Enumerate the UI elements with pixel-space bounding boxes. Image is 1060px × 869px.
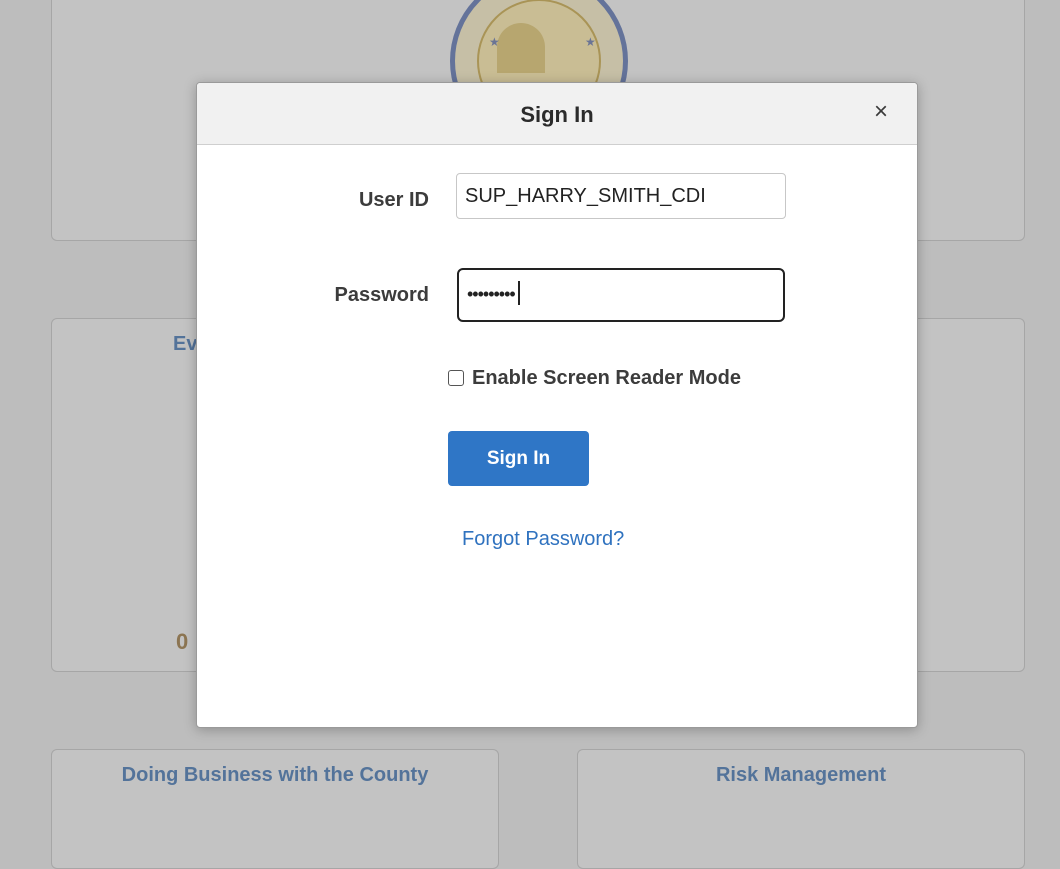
tile-doing-business: Doing Business with the County [51,749,499,869]
screen-reader-checkbox[interactable] [448,370,464,386]
tile-title: Ev [173,333,198,355]
tile-title: Doing Business with the County [121,764,429,786]
sign-in-dialog: Sign In × User ID SUP_HARRY_SMITH_CDI Pa… [196,82,918,728]
user-id-input[interactable]: SUP_HARRY_SMITH_CDI [456,173,786,219]
screen-reader-label[interactable]: Enable Screen Reader Mode [472,367,741,390]
tile-risk-management: Risk Management [577,749,1025,869]
dialog-title: Sign In [520,102,594,127]
seal-building-icon [497,23,545,73]
user-id-value: SUP_HARRY_SMITH_CDI [465,185,706,207]
user-id-label: User ID [358,189,429,211]
tile-count: 0 [176,629,189,654]
password-input[interactable]: ••••••••• [457,268,785,322]
sign-in-button[interactable]: Sign In [448,431,589,486]
star-icon: ★ [585,35,596,49]
text-caret [517,281,520,306]
close-icon[interactable]: × [869,100,893,124]
dialog-header: Sign In × [197,83,917,145]
star-icon: ★ [489,35,500,49]
screen-reader-option[interactable]: Enable Screen Reader Mode [448,365,741,391]
forgot-password-link[interactable]: Forgot Password? [462,528,624,551]
password-value: ••••••••• [467,284,516,304]
tile-title: Risk Management [715,764,887,786]
password-label: Password [334,284,429,306]
